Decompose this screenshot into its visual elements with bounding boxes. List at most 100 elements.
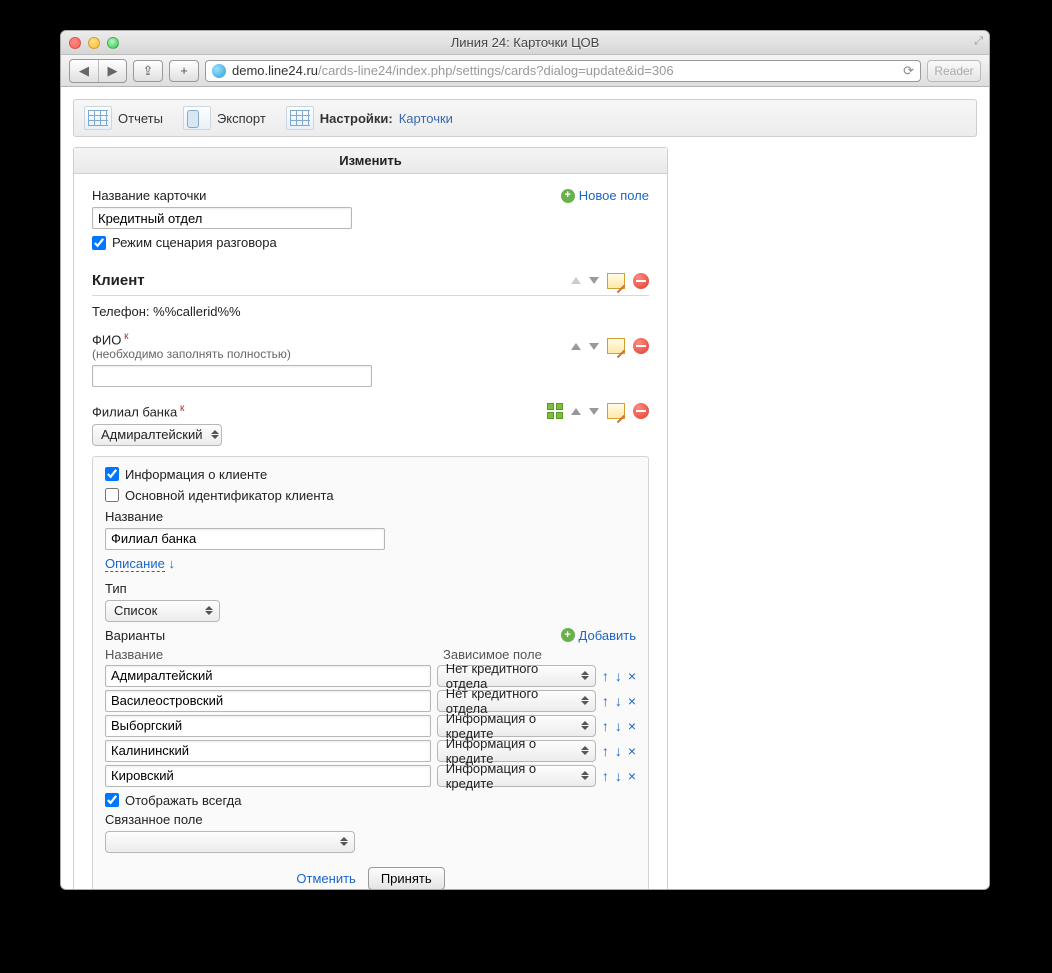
move-down-icon[interactable]: ↓ bbox=[615, 693, 622, 709]
variant-name-input[interactable] bbox=[105, 690, 431, 712]
move-down-icon[interactable] bbox=[589, 277, 599, 284]
move-up-icon[interactable] bbox=[571, 343, 581, 350]
type-select-value: Список bbox=[114, 603, 157, 618]
new-field-button[interactable]: + Новое поле bbox=[561, 188, 649, 203]
accept-button[interactable]: Принять bbox=[368, 867, 445, 890]
primary-id-checkbox[interactable] bbox=[105, 488, 119, 502]
share-button[interactable]: ⇪ bbox=[133, 60, 163, 82]
variant-name-input[interactable] bbox=[105, 765, 431, 787]
minimize-window-icon[interactable] bbox=[88, 37, 100, 49]
edit-panel: Изменить Название карточки + Новое поле … bbox=[73, 147, 668, 890]
toolbar-settings: Настройки: Карточки bbox=[286, 106, 453, 130]
required-marker: к bbox=[177, 403, 184, 414]
remove-icon[interactable]: × bbox=[628, 768, 636, 784]
description-toggle[interactable]: Описание bbox=[105, 556, 165, 572]
breadcrumb-cards[interactable]: Карточки bbox=[399, 111, 453, 126]
toolbar-export[interactable]: Экспорт bbox=[183, 106, 266, 130]
grip-icon[interactable] bbox=[547, 403, 563, 419]
fio-hint: (необходимо заполнять полностью) bbox=[92, 347, 291, 361]
edit-icon[interactable] bbox=[607, 273, 625, 289]
type-select[interactable]: Список bbox=[105, 600, 220, 622]
edit-icon[interactable] bbox=[607, 338, 625, 354]
cancel-button[interactable]: Отменить bbox=[296, 871, 355, 886]
variant-name-input[interactable] bbox=[105, 715, 431, 737]
delete-icon[interactable] bbox=[633, 338, 649, 354]
variant-row: Информация о кредите ↑ ↓ × bbox=[105, 715, 636, 737]
page-content: Отчеты Экспорт Настройки: Карточки Измен… bbox=[61, 87, 989, 889]
url-text: demo.line24.ru/cards-line24/index.php/se… bbox=[232, 63, 674, 78]
plus-icon: + bbox=[561, 628, 575, 642]
move-down-icon[interactable]: ↓ bbox=[615, 768, 622, 784]
fullscreen-icon[interactable]: ⤢ bbox=[974, 35, 983, 48]
reports-icon bbox=[84, 106, 112, 130]
settings-icon bbox=[286, 106, 314, 130]
move-up-icon[interactable]: ↑ bbox=[602, 718, 609, 734]
move-up-icon[interactable] bbox=[571, 277, 581, 284]
always-show-label: Отображать всегда bbox=[125, 793, 242, 808]
toolbar-reports[interactable]: Отчеты bbox=[84, 106, 163, 130]
variant-name-input[interactable] bbox=[105, 740, 431, 762]
move-down-icon[interactable]: ↓ bbox=[615, 668, 622, 684]
reader-button[interactable]: Reader bbox=[927, 60, 981, 82]
back-button[interactable]: ◀ bbox=[70, 60, 98, 82]
delete-icon[interactable] bbox=[633, 403, 649, 419]
add-variant-button[interactable]: + Добавить bbox=[561, 628, 636, 643]
primary-id-label: Основной идентификатор клиента bbox=[125, 488, 334, 503]
move-down-icon[interactable]: ↓ bbox=[615, 718, 622, 734]
client-info-checkbox[interactable] bbox=[105, 467, 119, 481]
variant-dep-select[interactable]: Информация о кредите bbox=[437, 715, 596, 737]
close-window-icon[interactable] bbox=[69, 37, 81, 49]
window-title: Линия 24: Карточки ЦОВ bbox=[61, 35, 989, 50]
forward-button[interactable]: ▶ bbox=[98, 60, 126, 82]
variant-row: Нет кредитного отдела ↑ ↓ × bbox=[105, 690, 636, 712]
scenario-mode-checkbox[interactable] bbox=[92, 236, 106, 250]
reload-icon[interactable]: ⟳ bbox=[903, 63, 914, 79]
variant-row: Информация о кредите ↑ ↓ × bbox=[105, 740, 636, 762]
remove-icon[interactable]: × bbox=[628, 668, 636, 684]
branch-select[interactable]: Адмиралтейский bbox=[92, 424, 222, 446]
variant-name-input[interactable] bbox=[105, 665, 431, 687]
variant-row: Информация о кредите ↑ ↓ × bbox=[105, 765, 636, 787]
move-up-icon[interactable]: ↑ bbox=[602, 743, 609, 759]
fio-input[interactable] bbox=[92, 365, 372, 387]
editor-name-input[interactable] bbox=[105, 528, 385, 550]
scenario-mode-label: Режим сценария разговора bbox=[112, 235, 277, 250]
card-name-label: Название карточки bbox=[92, 188, 206, 203]
remove-icon[interactable]: × bbox=[628, 743, 636, 759]
variant-row: Нет кредитного отдела ↑ ↓ × bbox=[105, 665, 636, 687]
remove-icon[interactable]: × bbox=[628, 718, 636, 734]
toolbar-label: Настройки: bbox=[320, 111, 393, 126]
zoom-window-icon[interactable] bbox=[107, 37, 119, 49]
export-icon bbox=[183, 106, 211, 130]
divider bbox=[92, 295, 649, 296]
linked-field-label: Связанное поле bbox=[105, 812, 636, 827]
editor-name-label: Название bbox=[105, 509, 636, 524]
variant-dep-select[interactable]: Информация о кредите bbox=[437, 765, 596, 787]
remove-icon[interactable]: × bbox=[628, 693, 636, 709]
move-up-icon[interactable]: ↑ bbox=[602, 668, 609, 684]
nav-buttons: ◀ ▶ bbox=[69, 59, 127, 83]
variant-dep-select[interactable]: Информация о кредите bbox=[437, 740, 596, 762]
move-up-icon[interactable]: ↑ bbox=[602, 693, 609, 709]
fio-label: ФИО bbox=[92, 332, 121, 347]
variant-dep-select[interactable]: Нет кредитного отдела bbox=[437, 665, 596, 687]
linked-field-select[interactable] bbox=[105, 831, 355, 853]
move-down-icon[interactable] bbox=[589, 343, 599, 350]
move-down-icon[interactable] bbox=[589, 408, 599, 415]
address-bar[interactable]: demo.line24.ru/cards-line24/index.php/se… bbox=[205, 60, 921, 82]
add-bookmark-button[interactable]: + bbox=[169, 60, 199, 82]
browser-window: Линия 24: Карточки ЦОВ ⤢ ◀ ▶ ⇪ + demo.li… bbox=[60, 30, 990, 890]
new-field-label: Новое поле bbox=[579, 188, 649, 203]
panel-title: Изменить bbox=[74, 148, 667, 174]
edit-icon[interactable] bbox=[607, 403, 625, 419]
branch-label: Филиал банка bbox=[92, 405, 177, 420]
delete-icon[interactable] bbox=[633, 273, 649, 289]
move-up-icon[interactable] bbox=[571, 408, 581, 415]
type-label: Тип bbox=[105, 581, 636, 596]
window-titlebar: Линия 24: Карточки ЦОВ ⤢ bbox=[61, 31, 989, 55]
always-show-checkbox[interactable] bbox=[105, 793, 119, 807]
move-up-icon[interactable]: ↑ bbox=[602, 768, 609, 784]
move-down-icon[interactable]: ↓ bbox=[615, 743, 622, 759]
card-name-input[interactable] bbox=[92, 207, 352, 229]
variant-dep-select[interactable]: Нет кредитного отдела bbox=[437, 690, 596, 712]
